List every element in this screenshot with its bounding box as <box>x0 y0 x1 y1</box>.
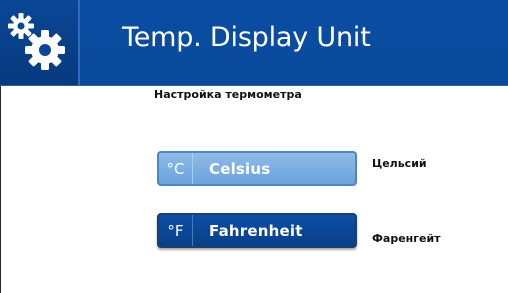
celsius-button[interactable]: °C Celsius <box>157 151 357 186</box>
celsius-label: Celsius <box>209 159 271 178</box>
subtitle-ru: Настройка термометра <box>154 88 302 101</box>
fahrenheit-label: Fahrenheit <box>209 221 303 240</box>
celsius-symbol: °C <box>159 153 193 184</box>
settings-button[interactable] <box>0 0 80 85</box>
fahrenheit-translation: Фаренгейт <box>372 232 441 245</box>
gears-icon <box>8 13 65 70</box>
temp-display-unit-screen: Temp. Display Unit Настройка термометра … <box>0 0 508 293</box>
page-title: Temp. Display Unit <box>122 22 371 53</box>
header-bar: Temp. Display Unit <box>0 0 508 86</box>
celsius-translation: Цельсий <box>372 157 427 170</box>
frame-border <box>0 86 1 293</box>
fahrenheit-button[interactable]: °F Fahrenheit <box>157 213 357 248</box>
fahrenheit-symbol: °F <box>159 215 193 246</box>
